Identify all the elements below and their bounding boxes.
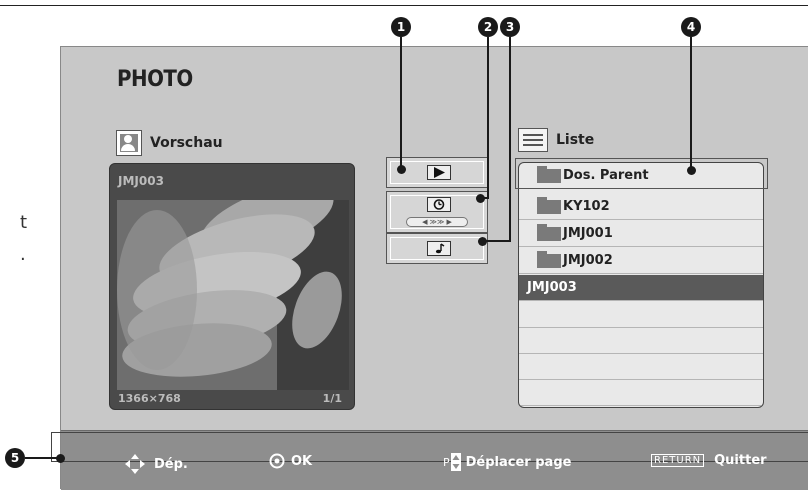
list-item-empty (519, 380, 763, 406)
list-item-empty (519, 328, 763, 354)
person-icon (116, 130, 142, 156)
help-move-label: Dép. (154, 456, 188, 472)
preview-panel: JMJ003 1366×768 1/1 (109, 163, 355, 410)
list-item-label: JMJ001 (563, 226, 613, 241)
list-header-label: Liste (556, 132, 595, 148)
list-item-selected[interactable]: JMJ003 (519, 275, 763, 301)
leader-dot-2 (476, 194, 485, 203)
leader-line-3b (484, 240, 511, 242)
callout-3: 3 (500, 17, 520, 37)
folder-icon (537, 223, 561, 241)
ok-icon (269, 453, 285, 469)
list-icon (518, 128, 548, 152)
stray-text-1: t (20, 212, 28, 233)
help-quit: RETURN Quitter (651, 453, 767, 468)
list-item[interactable]: JMJ002 (519, 248, 763, 274)
background-music-control[interactable] (386, 233, 488, 264)
leader-dot-4 (687, 166, 696, 175)
preview-image (117, 200, 349, 390)
list-header: Liste (518, 128, 594, 152)
callout-2: 2 (478, 17, 498, 37)
folder-icon (537, 196, 561, 214)
page-updown-icon (450, 453, 461, 471)
stray-text-2: . (20, 244, 26, 265)
file-list: Dos. Parent KY102 JMJ001 JMJ002 JMJ003 (518, 162, 764, 408)
preview-page-counter: 1/1 (322, 392, 342, 405)
parent-highlight-frame (515, 158, 768, 189)
leader-dot-3 (478, 237, 487, 246)
slideshow-interval-control[interactable]: ◀ ≫≫ ▶ (386, 191, 488, 233)
preview-filename: JMJ003 (118, 174, 164, 188)
help-quit-label: Quitter (714, 453, 767, 468)
list-item-empty (519, 354, 763, 380)
list-item[interactable]: JMJ001 (519, 221, 763, 247)
list-item[interactable]: KY102 (519, 194, 763, 220)
leader-line-5 (25, 457, 59, 459)
page-title: PHOTO (117, 67, 193, 92)
timer-icon (427, 197, 451, 212)
help-page: P Déplacer page (443, 453, 571, 471)
help-ok-label: OK (291, 453, 313, 469)
callout-4: 4 (681, 17, 701, 37)
preview-header-label: Vorschau (150, 135, 223, 151)
help-move: Dép. (124, 453, 188, 475)
list-item-empty (519, 302, 763, 328)
folder-icon (537, 250, 561, 268)
music-icon (427, 241, 451, 256)
preview-resolution: 1366×768 (118, 392, 181, 405)
top-border-line (0, 5, 808, 6)
leader-line-3 (509, 37, 511, 242)
leader-dot-5 (56, 454, 65, 463)
dpad-icon (125, 454, 145, 474)
leader-line-1 (400, 37, 402, 169)
page-key-prefix: P (443, 455, 450, 469)
speed-slider[interactable]: ◀ ≫≫ ▶ (406, 217, 468, 227)
list-item-label: JMJ003 (527, 280, 577, 295)
help-page-label: Déplacer page (465, 454, 572, 470)
leader-dot-1 (397, 165, 406, 174)
callout-5: 5 (5, 448, 25, 468)
list-item-label: JMJ002 (563, 253, 613, 268)
leader-line-4 (690, 37, 692, 171)
callout-1: 1 (391, 17, 411, 37)
leader-line-2 (487, 37, 489, 199)
play-icon (427, 165, 451, 180)
list-item-label: KY102 (563, 199, 610, 214)
return-key-icon: RETURN (651, 454, 705, 467)
help-ok: OK (269, 453, 312, 469)
preview-header: Vorschau (116, 130, 223, 156)
